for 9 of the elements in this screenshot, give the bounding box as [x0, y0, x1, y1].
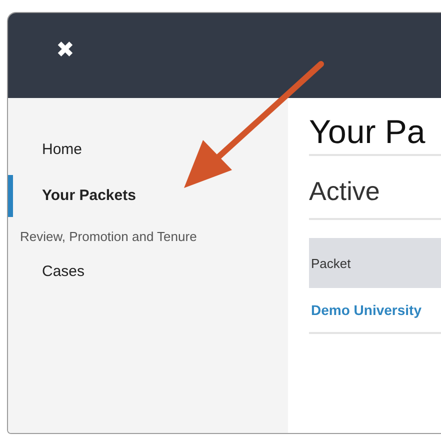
- sidebar-item[interactable]: Your Packets: [8, 175, 136, 217]
- packet-link[interactable]: Demo University: [311, 302, 422, 318]
- sidebar-item[interactable]: Home: [8, 134, 82, 166]
- section-title: Active: [309, 175, 381, 208]
- page-title: Your Pa: [309, 112, 426, 152]
- close-button[interactable]: ✖: [52, 40, 78, 62]
- sidebar-item[interactable]: Cases: [8, 256, 85, 288]
- column-header: Packet: [311, 256, 351, 270]
- sidebar-section-heading: Review, Promotion and Tenure: [19, 229, 197, 244]
